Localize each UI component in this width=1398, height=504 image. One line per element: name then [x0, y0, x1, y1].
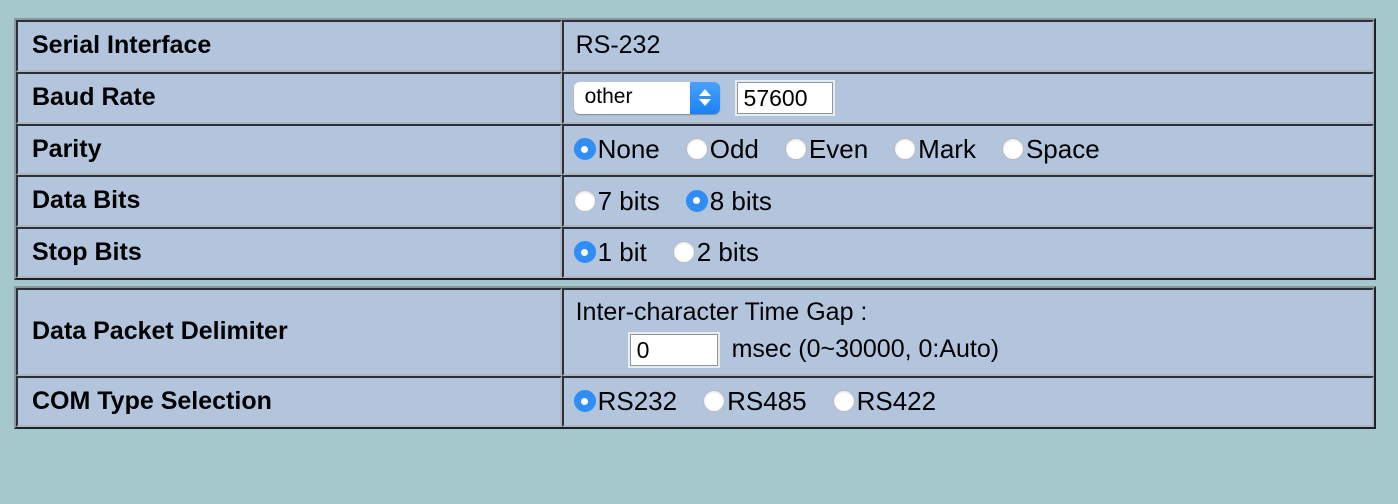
chevron-up-icon — [698, 89, 711, 96]
radio-option-com-type-rs232[interactable]: RS232 — [573, 386, 678, 417]
radio-option-com-type-rs485[interactable]: RS485 — [703, 388, 807, 414]
label-text: Baud Rate — [32, 82, 156, 111]
row-label-data-packet-delimiter: Data Packet Delimiter — [16, 288, 562, 376]
radio-icon[interactable] — [894, 138, 917, 161]
table-row: Parity None Odd Even Mark Space — [16, 123, 1374, 175]
inter-character-time-gap-caption: Inter-character Time Gap : — [575, 298, 868, 326]
radio-option-parity-mark[interactable]: Mark — [894, 136, 976, 162]
radio-icon[interactable] — [703, 390, 726, 413]
radio-option-stop-bits-1[interactable]: 1 bit — [573, 237, 647, 268]
radio-option-parity-odd[interactable]: Odd — [685, 134, 759, 165]
radio-label: Mark — [918, 134, 976, 165]
stop-bits-radio-group: 1 bit 2 bits — [573, 237, 1372, 268]
com-type-radio-group: RS232 RS485 RS422 — [573, 386, 1372, 417]
label-text: Serial Interface — [32, 31, 212, 59]
serial-interface-value: RS-232 — [575, 31, 661, 59]
serial-settings-page: Serial Interface RS-232 Baud Rate other — [14, 18, 1376, 429]
row-label-baud-rate: Baud Rate — [16, 71, 562, 124]
radio-option-stop-bits-2[interactable]: 2 bits — [672, 237, 759, 268]
radio-option-data-bits-7[interactable]: 7 bits — [573, 185, 660, 216]
radio-icon[interactable] — [832, 390, 855, 413]
radio-icon[interactable] — [672, 241, 695, 264]
inter-character-time-gap-field-row: 0 msec (0~30000, 0:Auto) — [574, 331, 1372, 368]
radio-icon[interactable] — [685, 189, 708, 212]
radio-icon[interactable] — [1001, 138, 1024, 161]
label-text: COM Type Selection — [32, 386, 272, 415]
radio-label: RS232 — [597, 386, 678, 417]
radio-label: RS422 — [856, 386, 937, 417]
baud-rate-select[interactable]: other — [573, 81, 720, 114]
inter-character-time-gap-input[interactable]: 0 — [627, 331, 720, 368]
label-text: Data Packet Delimiter — [32, 317, 288, 345]
table-row: Baud Rate other 57600 — [16, 71, 1374, 124]
row-value-com-type-selection: RS232 RS485 RS422 — [561, 375, 1374, 427]
row-label-data-bits: Data Bits — [16, 175, 562, 227]
radio-option-com-type-rs422[interactable]: RS422 — [832, 386, 937, 417]
radio-icon[interactable] — [573, 138, 596, 161]
radio-option-parity-none[interactable]: None — [573, 134, 660, 165]
row-label-com-type-selection: COM Type Selection — [16, 375, 562, 427]
radio-icon[interactable] — [573, 390, 596, 413]
radio-label: Odd — [709, 134, 759, 165]
label-text: Parity — [32, 134, 102, 163]
row-value-data-bits: 7 bits 8 bits — [561, 175, 1374, 227]
radio-label: None — [597, 134, 660, 165]
serial-parameters-table: Serial Interface RS-232 Baud Rate other — [14, 18, 1376, 280]
delimiter-comtype-table: Data Packet Delimiter Inter-character Ti… — [14, 286, 1376, 429]
label-text: Stop Bits — [32, 237, 142, 266]
row-label-serial-interface: Serial Interface — [16, 20, 562, 72]
radio-option-data-bits-8[interactable]: 8 bits — [685, 185, 772, 216]
radio-icon[interactable] — [573, 189, 596, 212]
chevron-down-icon — [698, 99, 711, 106]
table-row: COM Type Selection RS232 RS485 RS422 — [16, 375, 1374, 427]
radio-label: 7 bits — [597, 185, 660, 216]
row-value-stop-bits: 1 bit 2 bits — [561, 226, 1374, 278]
radio-icon[interactable] — [784, 138, 807, 161]
radio-icon[interactable] — [685, 138, 708, 161]
baud-rate-select-value: other — [573, 81, 690, 114]
radio-label: Even — [808, 134, 869, 165]
radio-label: 8 bits — [709, 185, 772, 216]
table-row: Data Packet Delimiter Inter-character Ti… — [16, 288, 1374, 376]
radio-icon[interactable] — [573, 241, 596, 264]
radio-label: RS485 — [727, 386, 807, 417]
data-bits-radio-group: 7 bits 8 bits — [573, 185, 1372, 216]
label-text: Data Bits — [32, 186, 141, 214]
baud-rate-input[interactable]: 57600 — [734, 79, 835, 116]
row-value-serial-interface: RS-232 — [561, 20, 1374, 72]
table-row: Stop Bits 1 bit 2 bits — [16, 226, 1374, 278]
row-label-stop-bits: Stop Bits — [16, 226, 562, 278]
parity-radio-group: None Odd Even Mark Space — [573, 134, 1372, 165]
radio-option-parity-even[interactable]: Even — [784, 134, 869, 165]
radio-label: 1 bit — [597, 237, 647, 268]
stepper-chevrons-icon[interactable] — [689, 81, 720, 114]
row-value-data-packet-delimiter: Inter-character Time Gap : 0 msec (0~300… — [561, 288, 1374, 376]
row-value-baud-rate: other 57600 — [561, 71, 1374, 124]
row-label-parity: Parity — [16, 123, 562, 175]
inter-character-time-gap-suffix: msec (0~30000, 0:Auto) — [731, 334, 1000, 363]
radio-label: Space — [1025, 134, 1100, 165]
table-row: Serial Interface RS-232 — [16, 20, 1374, 72]
radio-option-parity-space[interactable]: Space — [1001, 134, 1100, 165]
row-value-parity: None Odd Even Mark Space — [561, 123, 1374, 175]
radio-label: 2 bits — [696, 237, 759, 268]
table-row: Data Bits 7 bits 8 bits — [16, 175, 1374, 227]
